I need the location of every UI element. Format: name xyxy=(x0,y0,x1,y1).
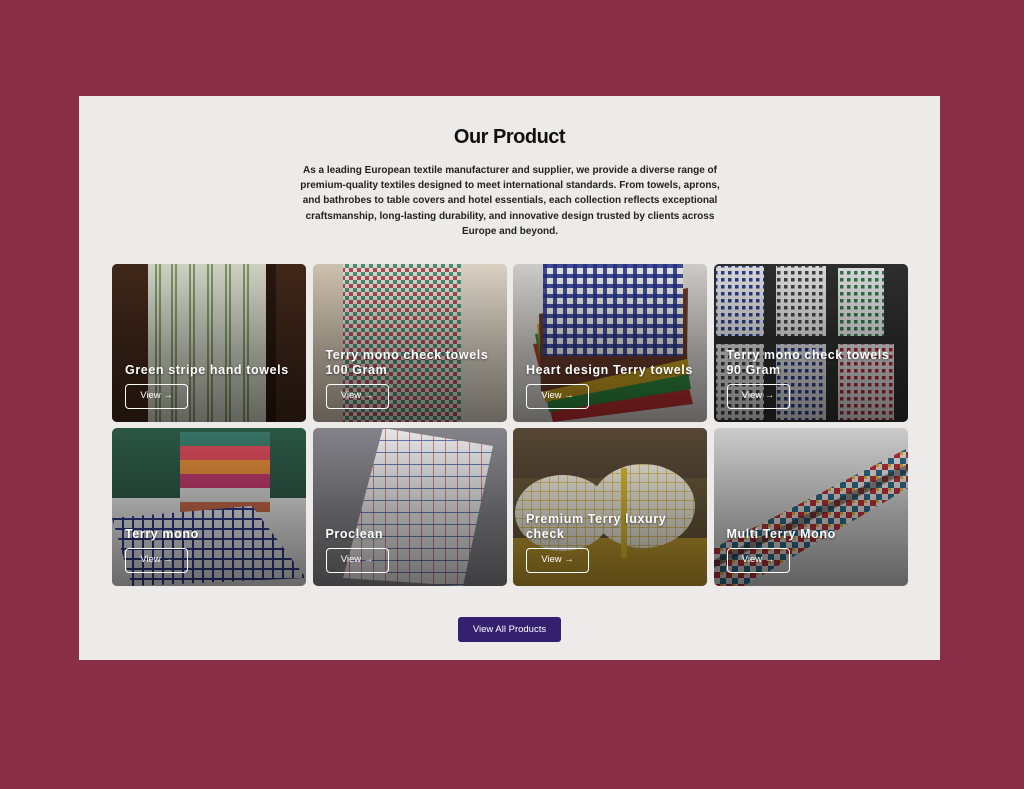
view-button[interactable]: View → xyxy=(526,548,589,573)
product-name: Terry mono xyxy=(125,527,199,541)
product-card[interactable]: Proclean View → xyxy=(312,428,507,586)
product-card[interactable]: Heart design Terry towels View → xyxy=(513,264,707,422)
view-button[interactable]: View → xyxy=(125,384,188,409)
product-name: Proclean xyxy=(325,527,384,541)
product-name: Heart design Terry towels xyxy=(526,363,693,377)
product-name: Green stripe hand towels xyxy=(125,363,289,377)
section-title: Our Product xyxy=(453,126,566,148)
view-all-products-button[interactable]: View All Products xyxy=(458,617,561,642)
view-button[interactable]: View → xyxy=(325,384,389,409)
product-card[interactable]: Terry mono check towels 100 Gram View → xyxy=(312,264,507,422)
view-button[interactable]: View → xyxy=(726,548,790,573)
product-name: Terry mono check towels 100 Gram xyxy=(325,348,489,377)
view-button[interactable]: View → xyxy=(726,384,790,409)
product-card[interactable]: Terry mono View → xyxy=(112,428,306,586)
section-description: As a leading European textile manufactur… xyxy=(300,165,720,237)
product-grid: Green stripe hand towels View → Terry mo… xyxy=(112,264,908,586)
view-button[interactable]: View → xyxy=(125,548,188,573)
product-name: Premium Terry luxury check xyxy=(526,512,667,541)
products-section: Our Product As a leading European textil… xyxy=(79,96,940,660)
product-card[interactable]: Terry mono check towels 90 Gram View → xyxy=(713,264,908,422)
view-button[interactable]: View → xyxy=(526,384,589,409)
product-card[interactable]: Multi Terry Mono View → xyxy=(713,428,908,586)
product-card[interactable]: Premium Terry luxury check View → xyxy=(513,428,707,586)
product-name: Multi Terry Mono xyxy=(726,527,836,541)
view-button[interactable]: View → xyxy=(325,548,389,573)
product-card[interactable]: Green stripe hand towels View → xyxy=(112,264,306,422)
product-name: Terry mono check towels 90 Gram xyxy=(726,348,890,377)
